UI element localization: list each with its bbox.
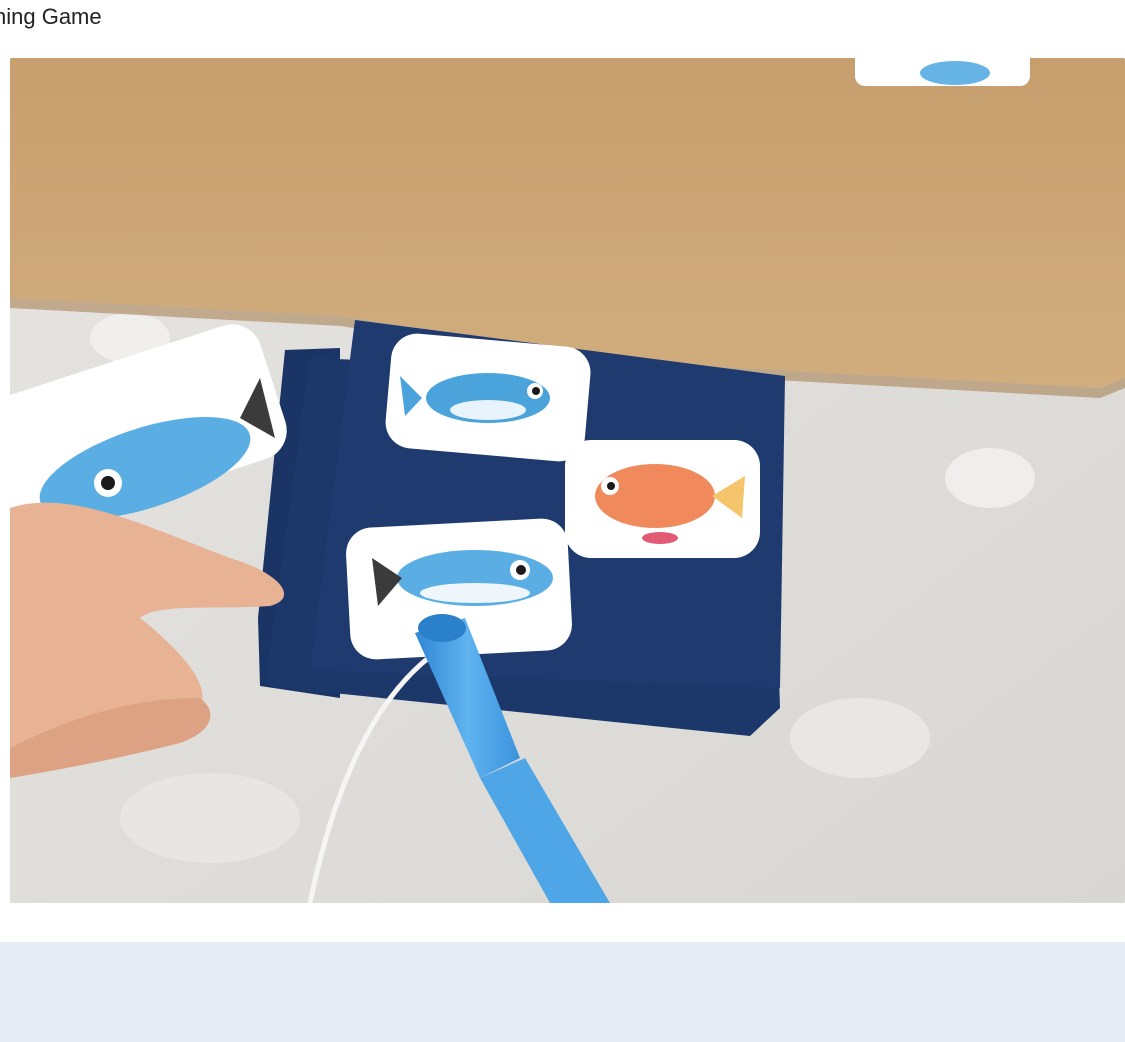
caption-panel xyxy=(0,942,1125,1042)
page: hing Game xyxy=(0,0,1125,1042)
fish-card-blue-top xyxy=(385,333,591,462)
fishing-game-photo xyxy=(10,58,1125,903)
fish-card-orange xyxy=(565,440,760,558)
page-title: hing Game xyxy=(0,4,102,29)
